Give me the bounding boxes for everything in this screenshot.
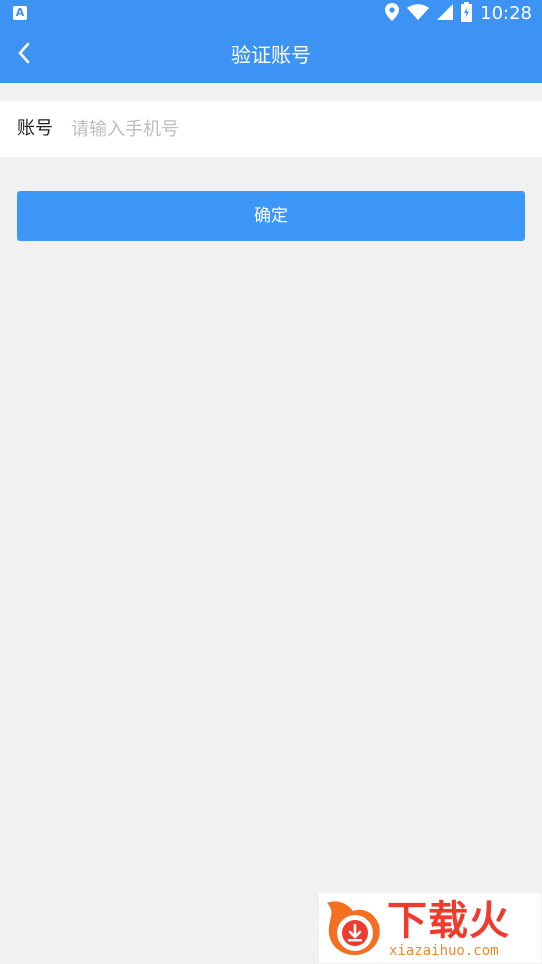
- watermark-brand: 下载火: [387, 898, 510, 944]
- status-time: 10:28: [480, 3, 532, 24]
- app-bar: 验证账号: [0, 28, 542, 83]
- page-title: 验证账号: [231, 43, 311, 67]
- location-pin-icon: [385, 3, 400, 25]
- phone-input[interactable]: [71, 109, 511, 149]
- confirm-button[interactable]: 确定: [17, 191, 525, 241]
- watermark-domain: xiazaihuo.com: [389, 943, 499, 959]
- notification-glyph: A: [15, 6, 25, 19]
- signal-icon: [437, 4, 454, 24]
- status-icons: 10:28: [385, 0, 532, 28]
- watermark-badge: 下载火 xiazaihuo.com: [319, 893, 541, 963]
- battery-icon: [461, 2, 473, 26]
- account-label: 账号: [17, 118, 53, 139]
- flame-download-logo-icon: [323, 897, 383, 957]
- status-bar: A 10:28: [0, 0, 542, 28]
- app-notification-icon: A: [13, 6, 27, 20]
- account-row: 账号: [0, 101, 542, 157]
- wifi-icon: [407, 4, 430, 24]
